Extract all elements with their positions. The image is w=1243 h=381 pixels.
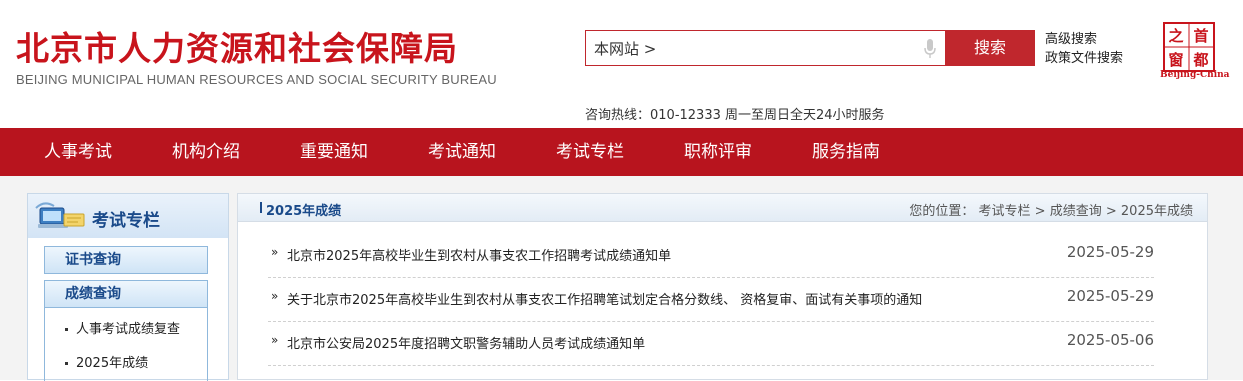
- policy-search-link[interactable]: 政策文件搜索: [1045, 49, 1123, 68]
- double-arrow-icon: »: [271, 289, 279, 303]
- sidebar-subitem-label: 人事考试成绩复查: [76, 322, 181, 337]
- microphone-icon[interactable]: [924, 39, 936, 59]
- bullet-icon: [65, 328, 68, 331]
- nav-item-title-review[interactable]: 职称评审: [684, 128, 752, 176]
- news-title-link[interactable]: 北京市公安局2025年度招聘文职警务辅助人员考试成绩通知单: [287, 333, 645, 352]
- sidebar: 考试专栏 证书查询 成绩查询 人事考试成绩复查 2025年成绩: [27, 193, 229, 381]
- search-links: 高级搜索 政策文件搜索: [1045, 30, 1123, 68]
- seal-char-2: 都: [1192, 51, 1208, 69]
- sidebar-item-score-query[interactable]: 成绩查询: [44, 280, 208, 308]
- sidebar-item-certificate-query[interactable]: 证书查询: [44, 246, 208, 274]
- sidebar-header: 考试专栏: [28, 194, 228, 238]
- bullet-icon: [65, 362, 68, 365]
- double-arrow-icon: »: [271, 333, 279, 347]
- breadcrumb-separator: >: [1034, 204, 1046, 219]
- sidebar-subitem-label: 2025年成绩: [76, 356, 149, 371]
- news-date: 2025-05-06: [1066, 331, 1154, 349]
- nav-item-important-notices[interactable]: 重要通知: [300, 128, 368, 176]
- main-panel: 2025年成绩 您的位置： 考试专栏 > 成绩查询 > 2025年成绩 » 北京…: [237, 193, 1208, 380]
- page-title: 2025年成绩: [266, 204, 342, 219]
- breadcrumb-separator: >: [1105, 204, 1117, 219]
- sidebar-subitem-2025-scores[interactable]: 2025年成绩: [65, 352, 148, 371]
- title-marker-icon: [260, 202, 262, 213]
- site-title-english: BEIJING MUNICIPAL HUMAN RESOURCES AND SO…: [16, 72, 497, 87]
- breadcrumb-score-query[interactable]: 成绩查询: [1050, 204, 1102, 219]
- nav-item-about[interactable]: 机构介绍: [172, 128, 240, 176]
- nav-item-exam-notices[interactable]: 考试通知: [428, 128, 496, 176]
- list-item: » 关于北京市2025年高校毕业生到农村从事支农工作招聘笔试划定合格分数线、 资…: [268, 277, 1154, 322]
- seal-char-3: 之: [1168, 27, 1183, 45]
- list-item: » 北京市2025年高校毕业生到农村从事支农工作招聘考试成绩通知单 2025-0…: [268, 233, 1154, 278]
- nav-item-exam-column[interactable]: 考试专栏: [556, 128, 624, 176]
- news-date: 2025-05-29: [1066, 287, 1154, 305]
- sidebar-submenu: 人事考试成绩复查 2025年成绩: [44, 308, 208, 381]
- site-title[interactable]: 北京市人力资源和社会保障局: [16, 28, 458, 70]
- seal-caption: Beijing-China: [1160, 70, 1230, 80]
- search-button[interactable]: 搜索: [945, 30, 1035, 66]
- double-arrow-icon: »: [271, 245, 279, 259]
- breadcrumb-2025-scores[interactable]: 2025年成绩: [1121, 204, 1193, 219]
- main-panel-header: 2025年成绩 您的位置： 考试专栏 > 成绩查询 > 2025年成绩: [238, 194, 1207, 222]
- main-nav: 人事考试 机构介绍 重要通知 考试通知 考试专栏 职称评审 服务指南: [0, 128, 1243, 176]
- advanced-search-link[interactable]: 高级搜索: [1045, 30, 1123, 49]
- seal-char-4: 窗: [1168, 51, 1183, 69]
- list-item: » 北京市公安局2025年度招聘文职警务辅助人员考试成绩通知单 2025-05-…: [268, 321, 1154, 366]
- sidebar-subitem-score-review[interactable]: 人事考试成绩复查: [65, 318, 180, 337]
- news-title-link[interactable]: 关于北京市2025年高校毕业生到农村从事支农工作招聘笔试划定合格分数线、 资格复…: [287, 289, 922, 308]
- computer-exam-icon: [35, 202, 85, 228]
- sidebar-title: 考试专栏: [92, 211, 160, 231]
- seal-char-1: 首: [1193, 27, 1208, 45]
- hotline-text: 咨询热线：010-12333 周一至周日全天24小时服务: [585, 108, 885, 123]
- search-input[interactable]: [594, 31, 894, 65]
- news-title-link[interactable]: 北京市2025年高校毕业生到农村从事支农工作招聘考试成绩通知单: [287, 245, 671, 264]
- nav-item-service-guide[interactable]: 服务指南: [812, 128, 880, 176]
- search-box: [585, 30, 945, 66]
- breadcrumb-prefix: 您的位置：: [909, 204, 975, 219]
- breadcrumb-exam-column[interactable]: 考试专栏: [979, 204, 1031, 219]
- nav-item-personnel-exam[interactable]: 人事考试: [44, 128, 112, 176]
- news-date: 2025-05-29: [1066, 243, 1154, 261]
- capital-window-logo-icon[interactable]: 首 都 之 窗: [1163, 22, 1215, 72]
- breadcrumb: 您的位置： 考试专栏 > 成绩查询 > 2025年成绩: [909, 200, 1193, 219]
- site-header: 北京市人力资源和社会保障局 BEIJING MUNICIPAL HUMAN RE…: [0, 0, 1243, 128]
